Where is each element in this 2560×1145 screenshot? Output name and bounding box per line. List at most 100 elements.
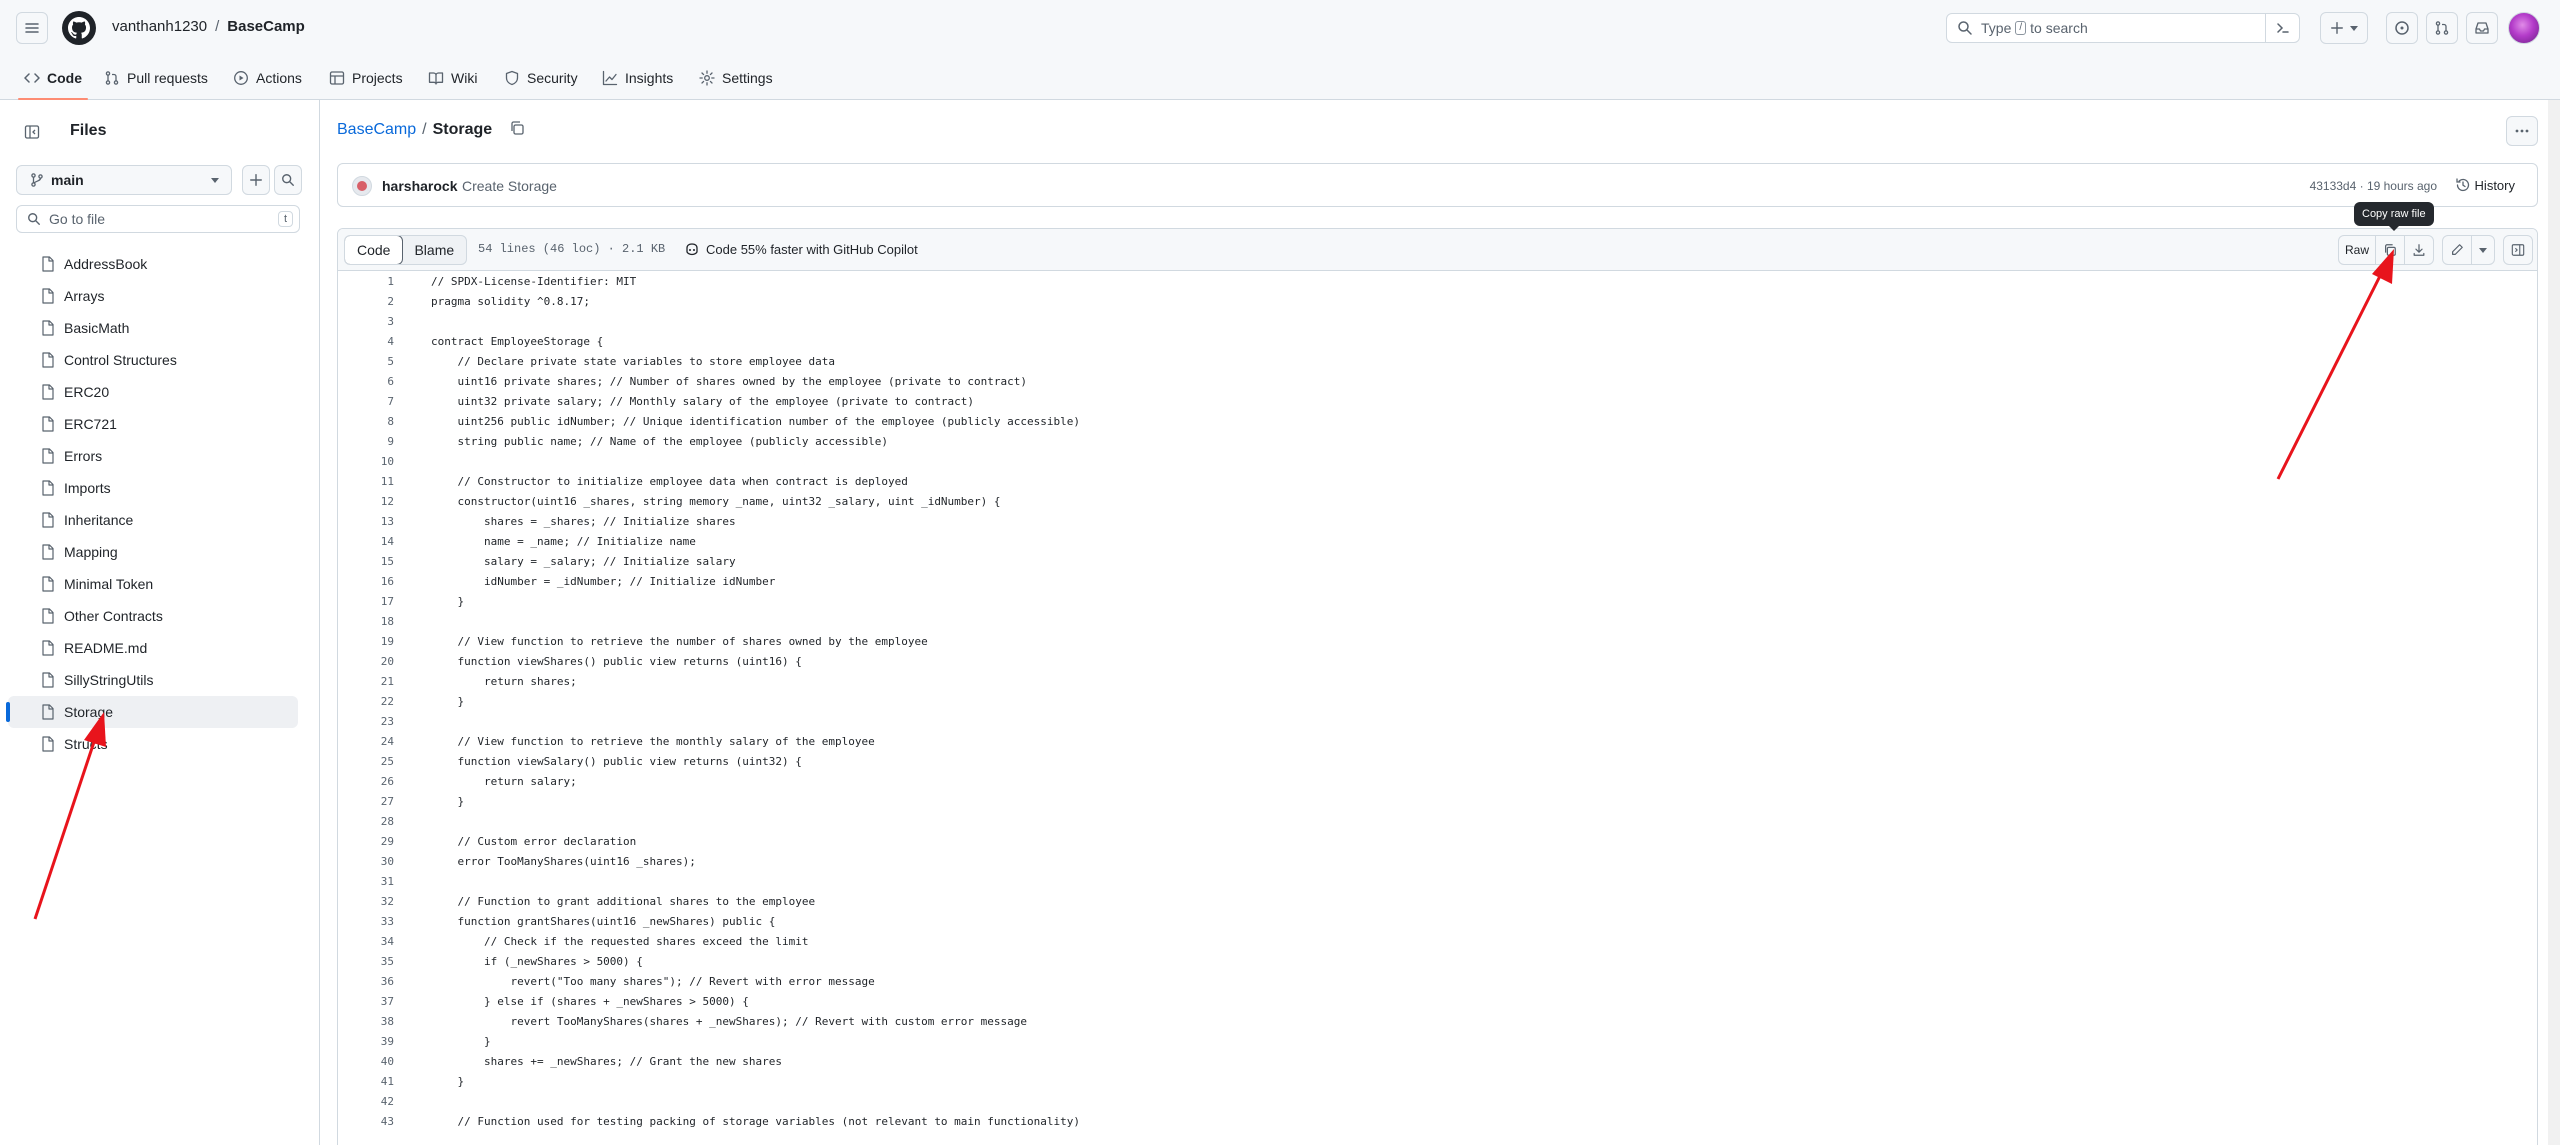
create-new-button[interactable]	[2320, 12, 2368, 44]
issues-button[interactable]	[2386, 12, 2418, 44]
tab-wiki[interactable]: Wiki	[428, 56, 477, 100]
line-number[interactable]: 11	[338, 475, 394, 488]
line-number[interactable]: 41	[338, 1075, 394, 1088]
line-number[interactable]: 25	[338, 755, 394, 768]
github-logo-icon[interactable]	[62, 11, 96, 45]
line-number[interactable]: 35	[338, 955, 394, 968]
menu-button[interactable]	[16, 12, 48, 44]
file-tree-item[interactable]: Structs	[8, 728, 298, 760]
tab-projects[interactable]: Projects	[329, 56, 403, 100]
file-tree-item[interactable]: Imports	[8, 472, 298, 504]
line-number[interactable]: 16	[338, 575, 394, 588]
line-number[interactable]: 1	[338, 275, 394, 288]
code-view-button[interactable]: Code	[345, 236, 404, 264]
repo-link[interactable]: BaseCamp	[227, 18, 305, 35]
line-number[interactable]: 6	[338, 375, 394, 388]
line-number[interactable]: 31	[338, 875, 394, 888]
line-number[interactable]: 12	[338, 495, 394, 508]
history-button[interactable]: History	[2455, 177, 2515, 193]
more-options-button[interactable]	[2506, 116, 2538, 146]
line-number[interactable]: 17	[338, 595, 394, 608]
file-tree-item[interactable]: BasicMath	[8, 312, 298, 344]
line-number[interactable]: 3	[338, 315, 394, 328]
command-palette-button[interactable]	[2265, 13, 2299, 43]
edit-file-button[interactable]	[2442, 235, 2472, 265]
blame-view-button[interactable]: Blame	[402, 236, 466, 264]
line-number[interactable]: 7	[338, 395, 394, 408]
breadcrumb-repo-link[interactable]: BaseCamp	[337, 121, 416, 138]
commit-meta[interactable]: 43133d4 · 19 hours ago	[2310, 179, 2437, 193]
commit-author[interactable]: harsharock	[382, 178, 457, 194]
line-number[interactable]: 33	[338, 915, 394, 928]
line-number[interactable]: 5	[338, 355, 394, 368]
file-tree-item[interactable]: Inheritance	[8, 504, 298, 536]
line-number[interactable]: 26	[338, 775, 394, 788]
file-tree-item[interactable]: SillyStringUtils	[8, 664, 298, 696]
search-files-button[interactable]	[274, 165, 302, 195]
tab-insights[interactable]: Insights	[602, 56, 673, 100]
commit-author-avatar[interactable]	[352, 176, 372, 196]
collapse-sidebar-button[interactable]	[16, 116, 48, 148]
line-number[interactable]: 18	[338, 615, 394, 628]
file-tree-item[interactable]: ERC20	[8, 376, 298, 408]
line-number[interactable]: 40	[338, 1055, 394, 1068]
user-avatar[interactable]	[2508, 12, 2540, 44]
line-number[interactable]: 8	[338, 415, 394, 428]
copilot-promo-link[interactable]: Code 55% faster with GitHub Copilot	[684, 241, 918, 257]
line-number[interactable]: 24	[338, 735, 394, 748]
line-number[interactable]: 15	[338, 555, 394, 568]
file-tree-item[interactable]: Other Contracts	[8, 600, 298, 632]
line-number[interactable]: 36	[338, 975, 394, 988]
tab-settings[interactable]: Settings	[699, 56, 773, 100]
line-number[interactable]: 4	[338, 335, 394, 348]
line-number[interactable]: 23	[338, 715, 394, 728]
search-input[interactable]: Type / to search	[1946, 13, 2300, 43]
line-number[interactable]: 13	[338, 515, 394, 528]
go-to-file-input[interactable]: Go to file t	[16, 205, 300, 233]
line-number[interactable]: 14	[338, 535, 394, 548]
file-tree-item[interactable]: ERC721	[8, 408, 298, 440]
page-scrollbar[interactable]	[2548, 100, 2560, 1145]
branch-selector[interactable]: main	[16, 165, 232, 195]
file-tree-item[interactable]: Arrays	[8, 280, 298, 312]
line-number[interactable]: 30	[338, 855, 394, 868]
line-number[interactable]: 39	[338, 1035, 394, 1048]
download-raw-file-button[interactable]	[2404, 235, 2434, 265]
line-number[interactable]: 19	[338, 635, 394, 648]
line-number[interactable]: 43	[338, 1115, 394, 1128]
line-number[interactable]: 2	[338, 295, 394, 308]
tab-pull-requests[interactable]: Pull requests	[104, 56, 208, 100]
owner-link[interactable]: vanthanh1230	[112, 18, 207, 35]
file-tree-item[interactable]: README.md	[8, 632, 298, 664]
line-number[interactable]: 22	[338, 695, 394, 708]
line-number[interactable]: 32	[338, 895, 394, 908]
edit-options-button[interactable]	[2471, 235, 2495, 265]
pull-requests-button[interactable]	[2426, 12, 2458, 44]
symbols-panel-button[interactable]	[2503, 235, 2533, 265]
line-number[interactable]: 27	[338, 795, 394, 808]
line-number[interactable]: 20	[338, 655, 394, 668]
tab-security[interactable]: Security	[504, 56, 578, 100]
file-tree-item[interactable]: Mapping	[8, 536, 298, 568]
line-number[interactable]: 29	[338, 835, 394, 848]
line-number[interactable]: 28	[338, 815, 394, 828]
line-number[interactable]: 10	[338, 455, 394, 468]
raw-button[interactable]: Raw	[2338, 235, 2376, 265]
file-tree-item[interactable]: AddressBook	[8, 248, 298, 280]
file-tree-item[interactable]: Storage	[6, 696, 298, 728]
line-number[interactable]: 37	[338, 995, 394, 1008]
line-number[interactable]: 42	[338, 1095, 394, 1108]
tab-code[interactable]: Code	[18, 56, 88, 100]
tab-actions[interactable]: Actions	[233, 56, 302, 100]
line-number[interactable]: 9	[338, 435, 394, 448]
copy-raw-file-button[interactable]	[2375, 235, 2405, 265]
line-number[interactable]: 34	[338, 935, 394, 948]
inbox-button[interactable]	[2466, 12, 2498, 44]
commit-message[interactable]: Create Storage	[462, 178, 557, 194]
add-file-button[interactable]	[242, 165, 270, 195]
line-number[interactable]: 38	[338, 1015, 394, 1028]
file-tree-item[interactable]: Errors	[8, 440, 298, 472]
file-tree-item[interactable]: Minimal Token	[8, 568, 298, 600]
copy-path-icon[interactable]	[509, 120, 525, 136]
file-tree-item[interactable]: Control Structures	[8, 344, 298, 376]
